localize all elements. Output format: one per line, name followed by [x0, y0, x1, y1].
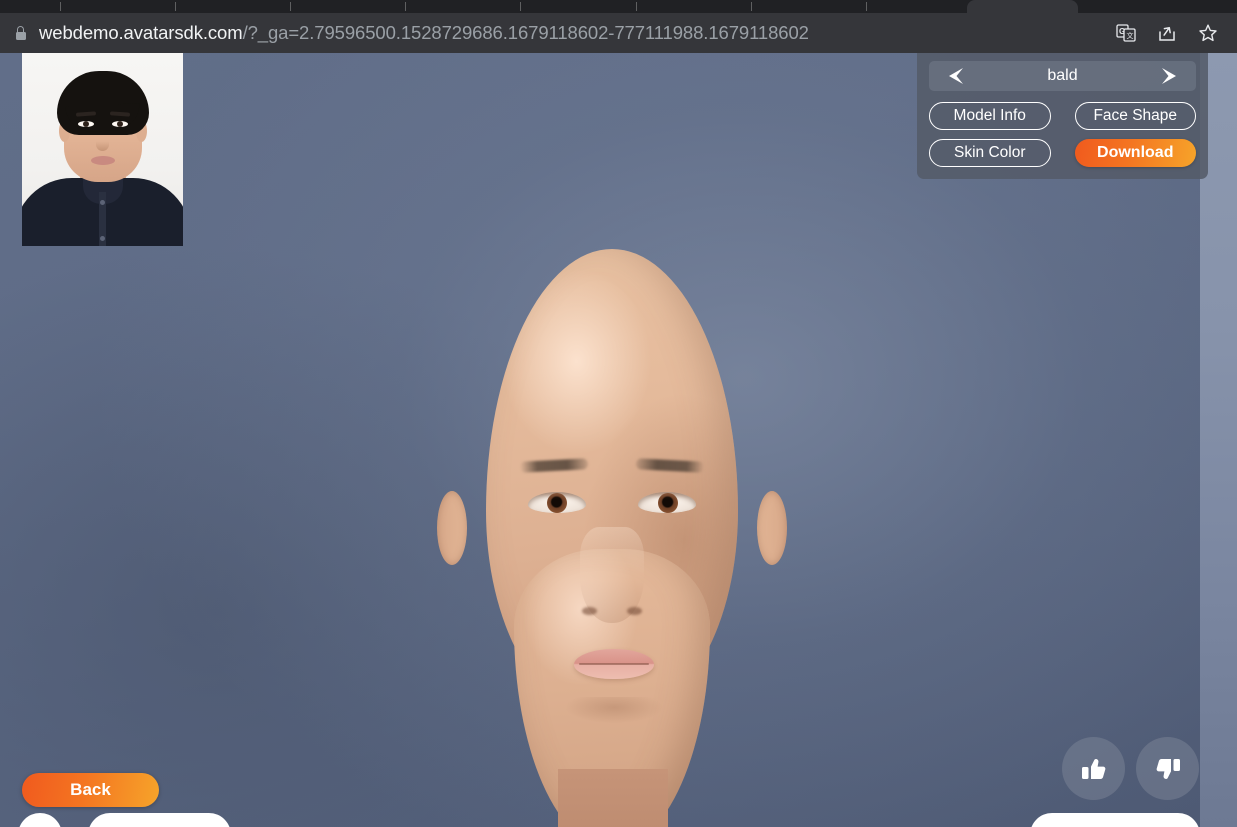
- panel-button-grid: Model Info Face Shape Skin Color Downloa…: [929, 102, 1196, 167]
- tab-separator: [520, 2, 521, 11]
- browser-window: webdemo.avatarsdk.com/?_ga=2.79596500.15…: [0, 0, 1237, 827]
- bookmark-star-icon[interactable]: [1197, 22, 1219, 44]
- hairstyle-prev-button[interactable]: [941, 65, 971, 87]
- face-shape-button[interactable]: Face Shape: [1074, 102, 1196, 130]
- avatar-ear-left: [437, 491, 467, 565]
- hairstyle-next-button[interactable]: [1154, 65, 1184, 87]
- browser-toolbar: webdemo.avatarsdk.com/?_ga=2.79596500.15…: [0, 13, 1237, 53]
- tab-separator: [290, 2, 291, 11]
- thumbs-up-icon: [1079, 754, 1109, 784]
- tab-separator: [866, 2, 867, 11]
- avatar-ear-right: [757, 491, 787, 565]
- avatar-chin-shading: [566, 697, 662, 723]
- model-info-button[interactable]: Model Info: [929, 102, 1051, 130]
- avatar-controls-panel: bald Model Info Face Shape Skin Color Do…: [917, 53, 1208, 179]
- avatar-nostril-right: [627, 607, 642, 615]
- url-text: webdemo.avatarsdk.com/?_ga=2.79596500.15…: [39, 22, 809, 44]
- avatar-viewport[interactable]: bald Model Info Face Shape Skin Color Do…: [0, 53, 1237, 827]
- thumbs-down-button[interactable]: [1136, 737, 1199, 800]
- back-button[interactable]: Back: [22, 773, 159, 807]
- address-bar[interactable]: webdemo.avatarsdk.com/?_ga=2.79596500.15…: [0, 13, 1115, 53]
- avatar-nostril-left: [582, 607, 597, 615]
- share-icon[interactable]: [1156, 22, 1178, 44]
- toolbar-icons: G 文: [1115, 22, 1237, 44]
- tab-separator: [636, 2, 637, 11]
- hairstyle-selector: bald: [929, 61, 1196, 91]
- svg-text:文: 文: [1127, 31, 1134, 40]
- avatar-3d-model[interactable]: [434, 249, 790, 827]
- skin-color-button[interactable]: Skin Color: [929, 139, 1051, 167]
- tab-strip: [0, 0, 1237, 13]
- url-path: /?_ga=2.79596500.1528729686.1679118602-7…: [242, 22, 809, 43]
- avatar-eye-right: [638, 492, 696, 513]
- lock-icon: [13, 25, 28, 41]
- source-photo-thumbnail[interactable]: [22, 53, 183, 246]
- tab-active[interactable]: [967, 0, 1078, 13]
- feedback-buttons: [1062, 737, 1199, 800]
- translate-icon[interactable]: G 文: [1115, 22, 1137, 44]
- download-button[interactable]: Download: [1074, 139, 1196, 167]
- tab-separator: [751, 2, 752, 11]
- url-host: webdemo.avatarsdk.com: [39, 22, 243, 43]
- tab-separator: [60, 2, 61, 11]
- tab-separator: [405, 2, 406, 11]
- avatar-eye-left: [528, 492, 586, 513]
- thumbs-up-button[interactable]: [1062, 737, 1125, 800]
- avatar-neck: [558, 769, 668, 827]
- tab-separator: [175, 2, 176, 11]
- thumbs-down-icon: [1153, 754, 1183, 784]
- avatar-mouth: [574, 649, 654, 679]
- hairstyle-name: bald: [1047, 67, 1078, 84]
